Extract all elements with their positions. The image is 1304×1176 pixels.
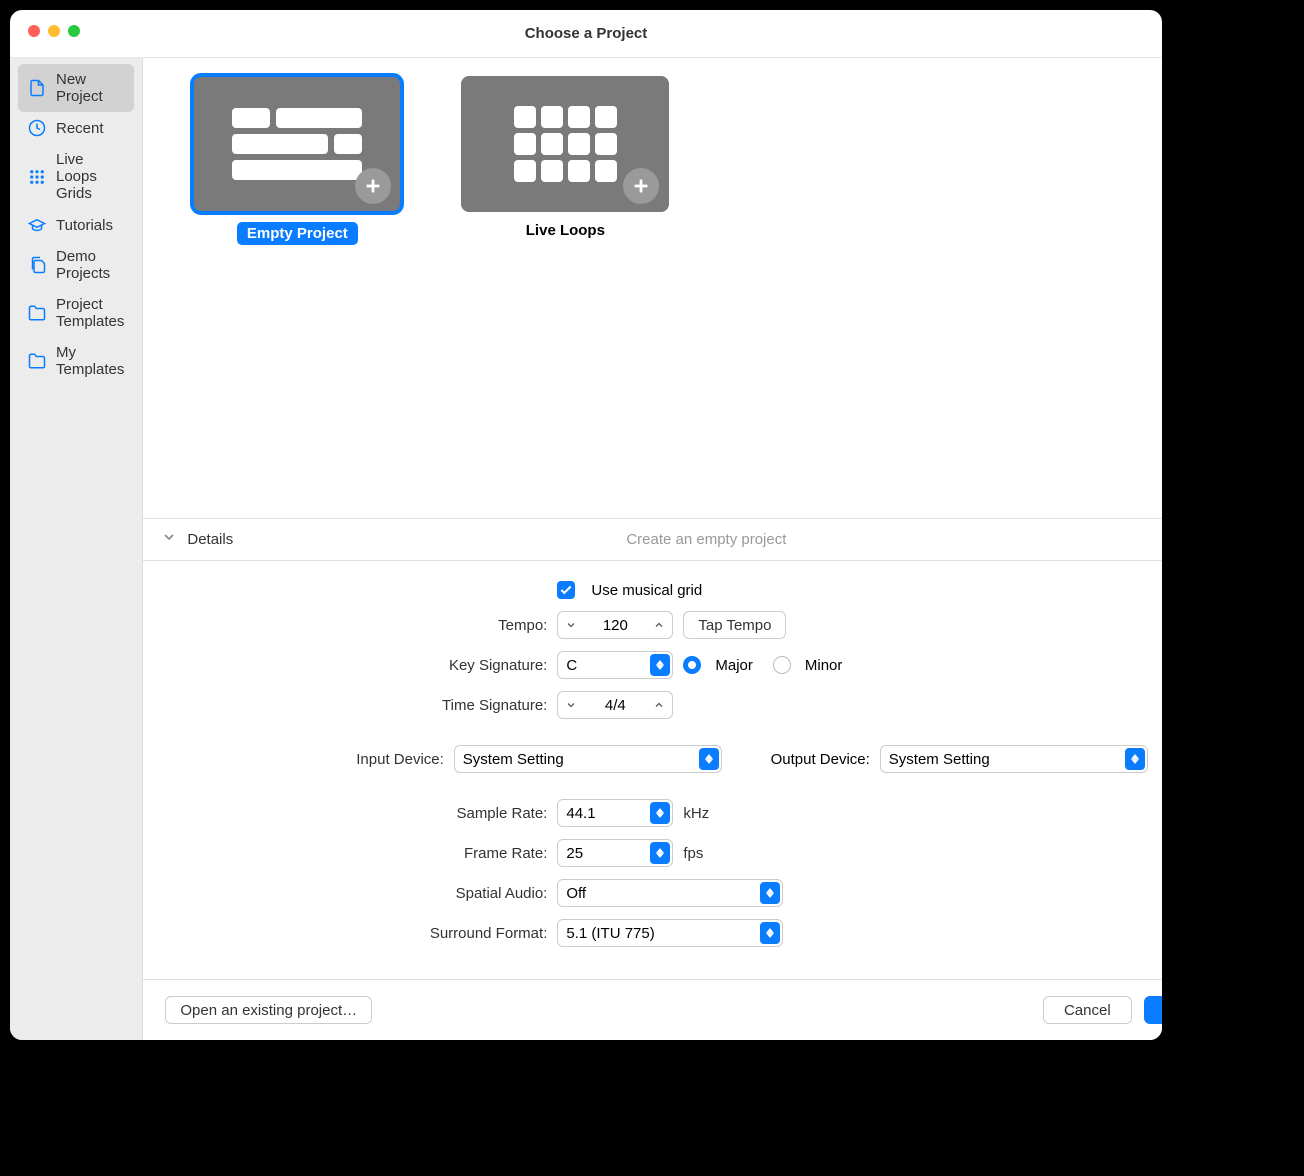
open-existing-project-button[interactable]: Open an existing project…: [165, 996, 372, 1024]
documents-icon: [28, 256, 46, 274]
template-label: Live Loops: [526, 222, 605, 239]
frame-rate-unit: fps: [683, 845, 703, 862]
details-body: Use musical grid Tempo: 120 Tap Tempo: [143, 561, 1162, 979]
sidebar-item-label: Live Loops Grids: [56, 151, 124, 202]
select-arrows-icon: [760, 922, 780, 944]
sidebar-item-my-templates[interactable]: My Templates: [18, 337, 134, 385]
select-arrows-icon: [1125, 748, 1145, 770]
minimize-window-button[interactable]: [48, 25, 60, 37]
use-musical-grid-label: Use musical grid: [591, 582, 702, 599]
minor-label: Minor: [805, 657, 843, 674]
window-title: Choose a Project: [10, 25, 1162, 42]
tempo-value[interactable]: 120: [584, 617, 646, 634]
frame-rate-label: Frame Rate:: [161, 845, 557, 862]
tap-tempo-button[interactable]: Tap Tempo: [683, 611, 786, 639]
major-label: Major: [715, 657, 753, 674]
sidebar-item-label: Project Templates: [56, 296, 124, 330]
project-chooser-window: Choose a Project New Project Recent Live…: [10, 10, 1162, 1040]
select-arrows-icon: [699, 748, 719, 770]
template-thumbnail[interactable]: [461, 76, 669, 212]
chevron-down-icon[interactable]: [558, 619, 584, 631]
output-device-label: Output Device:: [732, 751, 870, 768]
surround-format-select[interactable]: 5.1 (ITU 775): [557, 919, 783, 947]
input-device-label: Input Device:: [161, 751, 453, 768]
template-empty-project[interactable]: Empty Project: [193, 76, 401, 500]
sidebar-item-label: New Project: [56, 71, 124, 105]
sidebar-item-label: My Templates: [56, 344, 124, 378]
template-live-loops[interactable]: Live Loops: [461, 76, 669, 500]
sample-rate-label: Sample Rate:: [161, 805, 557, 822]
select-arrows-icon: [650, 654, 670, 676]
spatial-audio-select[interactable]: Off: [557, 879, 783, 907]
time-signature-label: Time Signature:: [161, 697, 557, 714]
sidebar-item-recent[interactable]: Recent: [18, 112, 134, 144]
plus-icon: [355, 168, 391, 204]
chevron-down-icon: [161, 529, 179, 550]
cancel-button[interactable]: Cancel: [1043, 996, 1132, 1024]
folder-icon: [28, 352, 46, 370]
plus-icon: [623, 168, 659, 204]
main-content: Empty Project Live Loops: [143, 58, 1162, 1040]
select-arrows-icon: [760, 882, 780, 904]
tempo-label: Tempo:: [161, 617, 557, 634]
time-signature-stepper[interactable]: 4/4: [557, 691, 673, 719]
select-arrows-icon: [650, 842, 670, 864]
sidebar-item-label: Demo Projects: [56, 248, 124, 282]
output-device-select[interactable]: System Setting: [880, 745, 1148, 773]
details-subtitle: Create an empty project: [626, 531, 786, 548]
chevron-down-icon[interactable]: [558, 699, 584, 711]
titlebar: Choose a Project: [10, 10, 1162, 58]
choose-button[interactable]: Choose: [1144, 996, 1162, 1024]
document-icon: [28, 79, 46, 97]
input-device-select[interactable]: System Setting: [454, 745, 722, 773]
graduation-icon: [28, 216, 46, 234]
time-signature-value[interactable]: 4/4: [584, 697, 646, 714]
sample-rate-select[interactable]: 44.1: [557, 799, 673, 827]
folder-icon: [28, 304, 46, 322]
key-signature-select[interactable]: C: [557, 651, 673, 679]
major-radio[interactable]: [683, 656, 701, 674]
template-gallery: Empty Project Live Loops: [143, 58, 1162, 518]
grid-icon: [28, 168, 46, 186]
chevron-up-icon[interactable]: [646, 619, 672, 631]
details-disclosure[interactable]: Details Create an empty project: [143, 518, 1162, 561]
tempo-stepper[interactable]: 120: [557, 611, 673, 639]
sidebar: New Project Recent Live Loops Grids Tuto…: [10, 58, 143, 1040]
clock-icon: [28, 119, 46, 137]
sidebar-item-label: Tutorials: [56, 217, 113, 234]
key-signature-label: Key Signature:: [161, 657, 557, 674]
close-window-button[interactable]: [28, 25, 40, 37]
minor-radio[interactable]: [773, 656, 791, 674]
zoom-window-button[interactable]: [68, 25, 80, 37]
template-thumbnail[interactable]: [193, 76, 401, 212]
frame-rate-select[interactable]: 25: [557, 839, 673, 867]
use-musical-grid-checkbox[interactable]: [557, 581, 575, 599]
details-title: Details: [187, 531, 233, 548]
traffic-lights: [28, 25, 80, 37]
chevron-up-icon[interactable]: [646, 699, 672, 711]
surround-format-label: Surround Format:: [161, 925, 557, 942]
sidebar-item-new-project[interactable]: New Project: [18, 64, 134, 112]
footer: Open an existing project… Cancel Choose: [143, 979, 1162, 1040]
sidebar-item-live-loops-grids[interactable]: Live Loops Grids: [18, 144, 134, 209]
template-label: Empty Project: [237, 222, 358, 245]
sidebar-item-demo-projects[interactable]: Demo Projects: [18, 241, 134, 289]
sidebar-item-project-templates[interactable]: Project Templates: [18, 289, 134, 337]
spatial-audio-label: Spatial Audio:: [161, 885, 557, 902]
sidebar-item-tutorials[interactable]: Tutorials: [18, 209, 134, 241]
sample-rate-unit: kHz: [683, 805, 709, 822]
select-arrows-icon: [650, 802, 670, 824]
sidebar-item-label: Recent: [56, 120, 104, 137]
